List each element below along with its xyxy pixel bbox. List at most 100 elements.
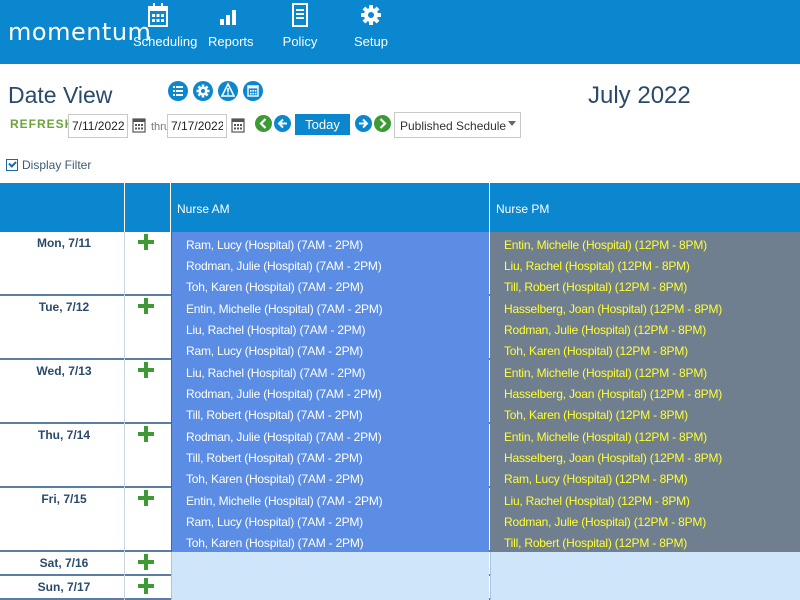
- shift-cell-pm[interactable]: [490, 552, 800, 576]
- day-row: Sat, 7/16: [0, 552, 800, 576]
- shift-entry[interactable]: Entin, Michelle (Hospital) (7AM - 2PM): [186, 494, 383, 508]
- add-shift-icon[interactable]: [138, 490, 154, 506]
- nav-setup-label: Setup: [354, 34, 388, 49]
- day-row: Wed, 7/13 Liu, Rachel (Hospital) (7AM - 2…: [0, 360, 800, 424]
- shift-entry[interactable]: Entin, Michelle (Hospital) (12PM - 8PM): [504, 238, 707, 252]
- page-title: Date View: [8, 82, 113, 108]
- shift-entry[interactable]: Toh, Karen (Hospital) (12PM - 8PM): [504, 408, 688, 422]
- app-window: momentum Scheduling Reports Policy Setup…: [0, 0, 800, 600]
- add-shift-icon[interactable]: [138, 362, 154, 378]
- grid-header-nurse-am: Nurse AM: [171, 183, 490, 232]
- shift-entry[interactable]: Ram, Lucy (Hospital) (7AM - 2PM): [186, 344, 363, 358]
- filter-checkbox-icon: [6, 159, 18, 171]
- nav-scheduling[interactable]: Scheduling: [133, 2, 198, 62]
- shift-cell-pm[interactable]: Hasselberg, Joan (Hospital) (12PM - 8PM)…: [490, 296, 800, 360]
- day-row: Fri, 7/15 Entin, Michelle (Hospital) (7AM…: [0, 488, 800, 552]
- add-shift-icon[interactable]: [138, 554, 154, 570]
- column-divider: [124, 576, 125, 600]
- shift-entry[interactable]: Entin, Michelle (Hospital) (12PM - 8PM): [504, 430, 707, 444]
- column-header-nurse-am: Nurse AM: [177, 202, 230, 216]
- display-filter-toggle[interactable]: Display Filter: [6, 158, 91, 172]
- refresh-link[interactable]: REFRESH: [10, 117, 74, 131]
- day-row: Thu, 7/14 Rodman, Julie (Hospital) (7AM -…: [0, 424, 800, 488]
- shift-entry[interactable]: Rodman, Julie (Hospital) (12PM - 8PM): [504, 515, 706, 529]
- shift-entry[interactable]: Toh, Karen (Hospital) (7AM - 2PM): [186, 472, 364, 486]
- brand-logo: momentum: [8, 18, 152, 46]
- shift-entry[interactable]: Liu, Rachel (Hospital) (7AM - 2PM): [186, 366, 365, 380]
- column-divider: [124, 424, 125, 488]
- shift-cell-am[interactable]: Rodman, Julie (Hospital) (7AM - 2PM) Till…: [171, 424, 489, 488]
- arrow-right-icon: [374, 115, 391, 132]
- bar-chart-icon: [220, 10, 236, 25]
- start-date-calendar-icon[interactable]: [132, 117, 146, 133]
- grid-header-add-cell: [125, 183, 171, 232]
- shift-cell-pm[interactable]: Entin, Michelle (Hospital) (12PM - 8PM) L…: [490, 232, 800, 296]
- list-view-icon[interactable]: [167, 78, 189, 104]
- shift-entry[interactable]: Liu, Rachel (Hospital) (12PM - 8PM): [504, 494, 690, 508]
- shift-entry[interactable]: Hasselberg, Joan (Hospital) (12PM - 8PM): [504, 451, 722, 465]
- day-row: Mon, 7/11 Ram, Lucy (Hospital) (7AM - 2PM…: [0, 232, 800, 296]
- shift-entry[interactable]: Toh, Karen (Hospital) (7AM - 2PM): [186, 536, 364, 550]
- next-day-button[interactable]: [355, 115, 372, 132]
- calendar-icon: [148, 3, 168, 27]
- shift-entry[interactable]: Hasselberg, Joan (Hospital) (12PM - 8PM): [504, 302, 722, 316]
- nav-reports[interactable]: Reports: [208, 2, 254, 62]
- shift-entry[interactable]: Till, Robert (Hospital) (7AM - 2PM): [186, 408, 363, 422]
- warning-icon[interactable]: [217, 78, 239, 104]
- day-label: Mon, 7/11: [36, 236, 92, 250]
- previous-week-button[interactable]: [255, 115, 272, 132]
- shift-entry[interactable]: Rodman, Julie (Hospital) (12PM - 8PM): [504, 323, 706, 337]
- shift-entry[interactable]: Ram, Lucy (Hospital) (7AM - 2PM): [186, 238, 363, 252]
- add-shift-icon[interactable]: [138, 298, 154, 314]
- shift-entry[interactable]: Entin, Michelle (Hospital) (7AM - 2PM): [186, 302, 383, 316]
- schedule-select[interactable]: Published Schedule: [394, 112, 521, 138]
- shift-entry[interactable]: Ram, Lucy (Hospital) (12PM - 8PM): [504, 472, 688, 486]
- previous-day-button[interactable]: [274, 115, 291, 132]
- shift-cell-pm[interactable]: Entin, Michelle (Hospital) (12PM - 8PM) H…: [490, 424, 800, 488]
- start-date-input[interactable]: [68, 114, 128, 138]
- shift-entry[interactable]: Till, Robert (Hospital) (7AM - 2PM): [186, 451, 363, 465]
- column-divider: [124, 488, 125, 552]
- shift-entry[interactable]: Liu, Rachel (Hospital) (7AM - 2PM): [186, 323, 365, 337]
- grid-header-nurse-pm: Nurse PM: [490, 183, 800, 232]
- day-row: Sun, 7/17: [0, 576, 800, 600]
- shift-cell-am[interactable]: Liu, Rachel (Hospital) (7AM - 2PM) Rodman…: [171, 360, 489, 424]
- month-title: July 2022: [588, 82, 691, 109]
- next-week-button[interactable]: [374, 115, 391, 132]
- shift-cell-am[interactable]: Entin, Michelle (Hospital) (7AM - 2PM) Ra…: [171, 488, 489, 552]
- shift-cell-pm[interactable]: Entin, Michelle (Hospital) (12PM - 8PM) H…: [490, 360, 800, 424]
- add-shift-icon[interactable]: [138, 234, 154, 250]
- add-shift-icon[interactable]: [138, 426, 154, 442]
- shift-entry[interactable]: Till, Robert (Hospital) (12PM - 8PM): [504, 536, 687, 550]
- end-date-calendar-icon[interactable]: [231, 117, 245, 133]
- day-label: Fri, 7/15: [41, 492, 87, 506]
- end-date-input[interactable]: [167, 114, 227, 138]
- shift-cell-am[interactable]: [171, 552, 489, 576]
- today-button[interactable]: Today: [295, 114, 350, 135]
- shift-entry[interactable]: Rodman, Julie (Hospital) (7AM - 2PM): [186, 387, 382, 401]
- day-label: Sat, 7/16: [39, 556, 89, 570]
- settings-icon[interactable]: [192, 78, 214, 104]
- nav-scheduling-label: Scheduling: [133, 34, 198, 49]
- gear-icon: [361, 5, 381, 25]
- shift-cell-pm[interactable]: [490, 576, 800, 600]
- shift-cell-pm[interactable]: Liu, Rachel (Hospital) (12PM - 8PM) Rodma…: [490, 488, 800, 552]
- shift-entry[interactable]: Hasselberg, Joan (Hospital) (12PM - 8PM): [504, 387, 722, 401]
- shift-entry[interactable]: Toh, Karen (Hospital) (12PM - 8PM): [504, 344, 688, 358]
- shift-entry[interactable]: Entin, Michelle (Hospital) (12PM - 8PM): [504, 366, 707, 380]
- shift-entry[interactable]: Rodman, Julie (Hospital) (7AM - 2PM): [186, 430, 382, 444]
- chevron-down-icon: [508, 121, 516, 126]
- add-shift-icon[interactable]: [138, 578, 154, 594]
- shift-entry[interactable]: Toh, Karen (Hospital) (7AM - 2PM): [186, 280, 364, 294]
- shift-entry[interactable]: Till, Robert (Hospital) (12PM - 8PM): [504, 280, 687, 294]
- shift-cell-am[interactable]: Ram, Lucy (Hospital) (7AM - 2PM) Rodman, …: [171, 232, 489, 296]
- shift-entry[interactable]: Rodman, Julie (Hospital) (7AM - 2PM): [186, 259, 382, 273]
- shift-cell-am[interactable]: [171, 576, 489, 600]
- shift-entry[interactable]: Ram, Lucy (Hospital) (7AM - 2PM): [186, 515, 363, 529]
- display-filter-label: Display Filter: [22, 158, 92, 172]
- nav-policy[interactable]: Policy: [282, 2, 318, 62]
- shift-entry[interactable]: Liu, Rachel (Hospital) (12PM - 8PM): [504, 259, 690, 273]
- nav-setup[interactable]: Setup: [354, 2, 388, 62]
- calendar-view-icon[interactable]: [242, 78, 264, 104]
- shift-cell-am[interactable]: Entin, Michelle (Hospital) (7AM - 2PM) Li…: [171, 296, 489, 360]
